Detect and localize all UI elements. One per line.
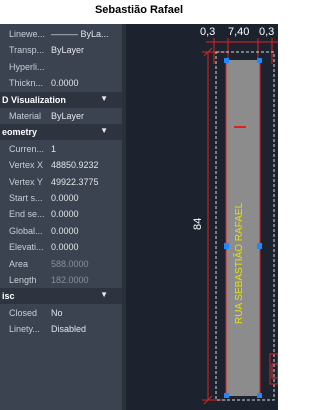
property-row[interactable]: End se... 0.0000 [0,206,122,222]
property-name: Elevati... [9,242,44,253]
property-value[interactable]: 182.0000 [51,275,89,285]
section-title: isc [2,291,15,302]
dimension-mid-text: 7,40 [228,26,250,38]
collapse-arrow-icon[interactable]: ▼ [100,126,108,135]
property-name: Thickn... [9,78,44,89]
property-name: Hyperli... [9,61,45,72]
vertical-dimension [202,47,226,405]
property-row[interactable]: Transp... ByLayer [0,42,122,58]
property-name: Material [9,111,42,121]
property-row[interactable]: Start s... 0.0000 [0,190,122,206]
property-value[interactable]: 48850.9232 [51,160,99,170]
property-section-header[interactable]: eometry ▼ [0,124,122,141]
section-title: D Visualization [2,94,66,105]
property-value[interactable]: 0.0000 [51,209,79,219]
property-name: Curren... [9,143,45,154]
property-row[interactable]: Linewe... ——— ByLa... [0,26,122,42]
property-value[interactable]: ——— ByLa... [51,29,109,39]
collapse-arrow-icon[interactable]: ▼ [100,290,108,299]
property-value[interactable]: 0.0000 [51,242,79,252]
property-name: Linewe... [9,29,46,39]
property-name: Linety... [9,324,40,335]
property-row[interactable]: Hyperli... [0,59,122,75]
property-value[interactable]: Disabled [51,324,86,334]
property-name: Vertex X [9,160,44,171]
properties-panel: Linewe... ——— ByLa... Transp... ByLayer Hype… [0,24,122,410]
property-row[interactable]: Linety... Disabled [0,321,122,337]
property-name: Length [9,275,37,285]
property-row[interactable]: Vertex Y 49922.3775 [0,174,122,190]
property-value[interactable]: 0.0000 [51,193,79,203]
property-value[interactable]: 588.0000 [51,259,89,269]
property-row[interactable]: Closed No [0,305,122,321]
property-row[interactable]: Vertex X 48850.9232 [0,157,122,173]
dimension-right-text: 0,3 [259,26,275,38]
property-name: End se... [9,209,45,220]
property-value[interactable]: ByLayer [51,45,84,55]
property-name: Closed [9,307,38,318]
adjacent-lot-inner [271,363,278,379]
property-row[interactable]: Global... 0.0000 [0,223,122,239]
collapse-arrow-icon[interactable]: ▼ [100,94,108,103]
page-caption: Sebastião Rafael [94,4,184,16]
property-name: Vertex Y [9,176,43,187]
property-value[interactable]: ByLayer [51,111,84,121]
street-name-label: RUA SEBASTIÃO RAFAEL [232,202,245,324]
section-title: eometry [2,127,38,138]
property-section-header[interactable]: isc ▼ [0,288,122,305]
property-value[interactable]: No [51,308,63,318]
property-value[interactable]: 0.0000 [51,78,79,88]
property-value[interactable]: 49922.3775 [51,177,99,187]
property-name: Global... [9,225,43,236]
autocad-window: Linewe... ——— ByLa... Transp... ByLayer Hype… [0,24,278,410]
property-row[interactable]: Length 182.0000 [0,272,122,288]
property-value[interactable]: 1 [51,144,56,154]
property-row[interactable]: Area 588.0000 [0,256,122,272]
property-name: Transp... [9,45,45,56]
dimension-left-text: 0,3 [200,26,216,38]
property-value[interactable]: 0.0000 [51,226,79,236]
dimension-vertical-text: 84 [192,217,204,230]
property-row[interactable]: Elevati... 0.0000 [0,239,122,255]
property-name: Start s... [9,193,43,203]
property-section-header[interactable]: D Visualization ▼ [0,91,122,108]
property-row[interactable]: Material ByLayer [0,108,122,124]
property-row[interactable]: Thickn... 0.0000 [0,75,122,91]
drawing-area[interactable]: RUA SEBASTIÃO RAFAEL 0,3 7,40 0,3 84 [126,24,278,410]
property-row[interactable]: Curren... 1 [0,141,122,157]
property-name: Area [9,258,29,269]
